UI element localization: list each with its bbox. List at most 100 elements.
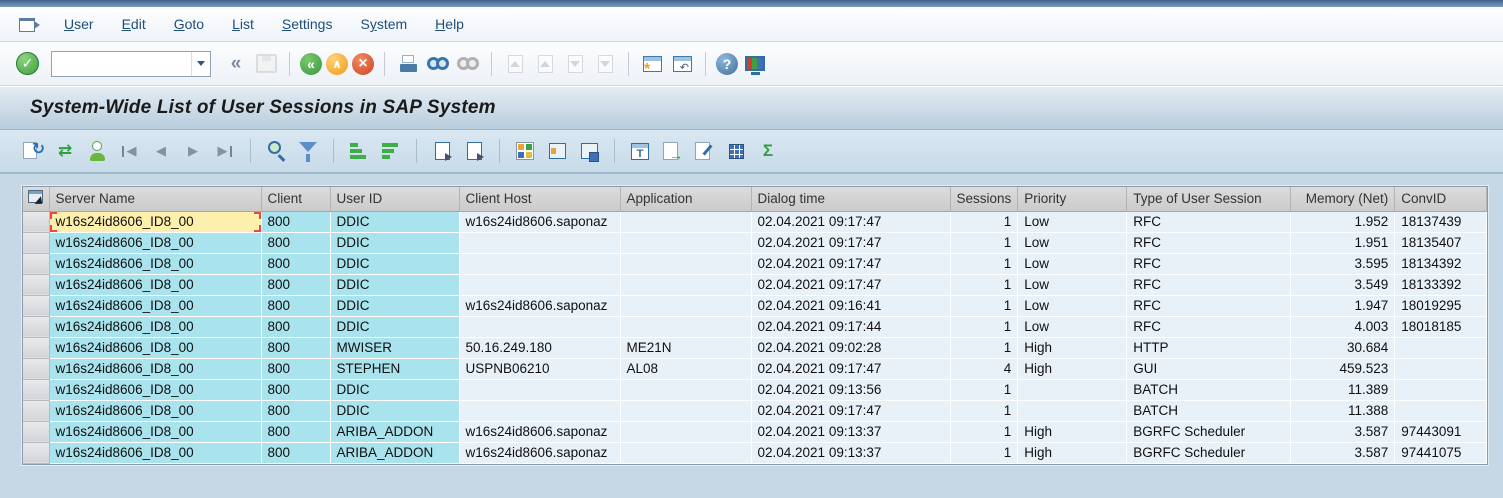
cell-type[interactable]: RFC (1127, 211, 1291, 232)
menu-goto[interactable]: Goto (160, 7, 218, 41)
print-list-icon[interactable] (461, 138, 487, 164)
cell-app[interactable]: AL08 (620, 358, 751, 379)
column-header-memory[interactable]: Memory (Net) (1291, 187, 1395, 211)
new-session-icon[interactable] (639, 51, 665, 77)
column-header-dialog[interactable]: Dialog time (751, 187, 950, 211)
cell-priority[interactable]: Low (1018, 295, 1127, 316)
choose-layout-icon[interactable] (512, 138, 538, 164)
cell-dialog[interactable]: 02.04.2021 09:17:44 (751, 316, 950, 337)
cell-user[interactable]: DDIC (330, 379, 459, 400)
cell-sessions[interactable]: 1 (950, 379, 1018, 400)
cell-priority[interactable]: Low (1018, 316, 1127, 337)
column-header-host[interactable]: Client Host (459, 187, 620, 211)
column-header-sessions[interactable]: Sessions (950, 187, 1018, 211)
menu-list[interactable]: List (218, 7, 268, 41)
cell-app[interactable] (620, 316, 751, 337)
cell-client[interactable]: 800 (261, 316, 330, 337)
cell-client[interactable]: 800 (261, 295, 330, 316)
column-header-type[interactable]: Type of User Session (1127, 187, 1291, 211)
next-row-icon[interactable] (180, 138, 206, 164)
cell-sessions[interactable]: 1 (950, 211, 1018, 232)
cell-sessions[interactable]: 1 (950, 274, 1018, 295)
cell-user[interactable]: DDIC (330, 253, 459, 274)
cell-user[interactable]: MWISER (330, 337, 459, 358)
sort-ascending-icon[interactable] (346, 138, 372, 164)
cell-memory[interactable]: 30.684 (1291, 337, 1395, 358)
help-icon[interactable] (716, 53, 738, 75)
cell-type[interactable]: GUI (1127, 358, 1291, 379)
exit-icon[interactable] (326, 53, 348, 75)
cell-convid[interactable] (1395, 379, 1487, 400)
refresh-icon[interactable] (20, 138, 46, 164)
row-selector[interactable] (23, 316, 49, 337)
cell-dialog[interactable]: 02.04.2021 09:16:41 (751, 295, 950, 316)
cell-sessions[interactable]: 1 (950, 442, 1018, 463)
cell-server[interactable]: w16s24id8606_ID8_00 (49, 379, 261, 400)
user-info-icon[interactable] (84, 138, 110, 164)
cell-priority[interactable]: High (1018, 442, 1127, 463)
cell-app[interactable] (620, 400, 751, 421)
cell-convid[interactable]: 18134392 (1395, 253, 1487, 274)
cell-server[interactable]: w16s24id8606_ID8_00 (49, 358, 261, 379)
cell-convid[interactable] (1395, 400, 1487, 421)
cell-host[interactable]: w16s24id8606.saponaz (459, 295, 620, 316)
cell-client[interactable]: 800 (261, 232, 330, 253)
menu-system[interactable]: System (346, 7, 421, 41)
cell-client[interactable]: 800 (261, 253, 330, 274)
column-header-client[interactable]: Client (261, 187, 330, 211)
cell-host[interactable] (459, 379, 620, 400)
cell-user[interactable]: DDIC (330, 400, 459, 421)
cell-server[interactable]: w16s24id8606_ID8_00 (49, 274, 261, 295)
cell-type[interactable]: BATCH (1127, 400, 1291, 421)
cell-host[interactable] (459, 253, 620, 274)
row-selector[interactable] (23, 400, 49, 421)
cell-sessions[interactable]: 1 (950, 316, 1018, 337)
word-processing-icon[interactable] (627, 138, 653, 164)
change-layout-icon[interactable] (544, 138, 570, 164)
column-header-server[interactable]: Server Name (49, 187, 261, 211)
back-icon[interactable] (300, 53, 322, 75)
cell-memory[interactable]: 11.389 (1291, 379, 1395, 400)
cell-type[interactable]: RFC (1127, 274, 1291, 295)
collapse-icon[interactable] (223, 51, 249, 77)
cell-type[interactable]: BGRFC Scheduler (1127, 421, 1291, 442)
cell-type[interactable]: HTTP (1127, 337, 1291, 358)
cell-dialog[interactable]: 02.04.2021 09:13:37 (751, 442, 950, 463)
sort-descending-icon[interactable] (378, 138, 404, 164)
cell-dialog[interactable]: 02.04.2021 09:13:56 (751, 379, 950, 400)
spreadsheet-icon[interactable] (723, 138, 749, 164)
cell-client[interactable]: 800 (261, 379, 330, 400)
cell-sessions[interactable]: 1 (950, 421, 1018, 442)
row-selector[interactable] (23, 253, 49, 274)
cell-convid[interactable]: 97443091 (1395, 421, 1487, 442)
cell-client[interactable]: 800 (261, 421, 330, 442)
print-icon[interactable] (395, 51, 421, 77)
command-field-dropdown-icon[interactable] (191, 52, 210, 76)
cell-convid[interactable]: 18018185 (1395, 316, 1487, 337)
cell-type[interactable]: BATCH (1127, 379, 1291, 400)
filter-icon[interactable] (295, 138, 321, 164)
cell-host[interactable] (459, 400, 620, 421)
local-file-icon[interactable] (659, 138, 685, 164)
cell-host[interactable]: w16s24id8606.saponaz (459, 421, 620, 442)
row-selector[interactable] (23, 295, 49, 316)
cell-convid[interactable] (1395, 358, 1487, 379)
cell-app[interactable] (620, 274, 751, 295)
column-header-app[interactable]: Application (620, 187, 751, 211)
cell-host[interactable]: w16s24id8606.saponaz (459, 442, 620, 463)
cell-dialog[interactable]: 02.04.2021 09:17:47 (751, 358, 950, 379)
cell-app[interactable] (620, 232, 751, 253)
cell-memory[interactable]: 3.595 (1291, 253, 1395, 274)
row-selector[interactable] (23, 274, 49, 295)
cell-sessions[interactable]: 1 (950, 253, 1018, 274)
previous-row-icon[interactable] (148, 138, 174, 164)
cell-host[interactable] (459, 316, 620, 337)
find-icon[interactable] (425, 51, 451, 77)
cell-host[interactable]: 50.16.249.180 (459, 337, 620, 358)
cell-memory[interactable]: 11.388 (1291, 400, 1395, 421)
cell-server[interactable]: w16s24id8606_ID8_00 (49, 253, 261, 274)
cell-dialog[interactable]: 02.04.2021 09:17:47 (751, 400, 950, 421)
cell-client[interactable]: 800 (261, 400, 330, 421)
cell-app[interactable] (620, 211, 751, 232)
row-selector[interactable] (23, 337, 49, 358)
